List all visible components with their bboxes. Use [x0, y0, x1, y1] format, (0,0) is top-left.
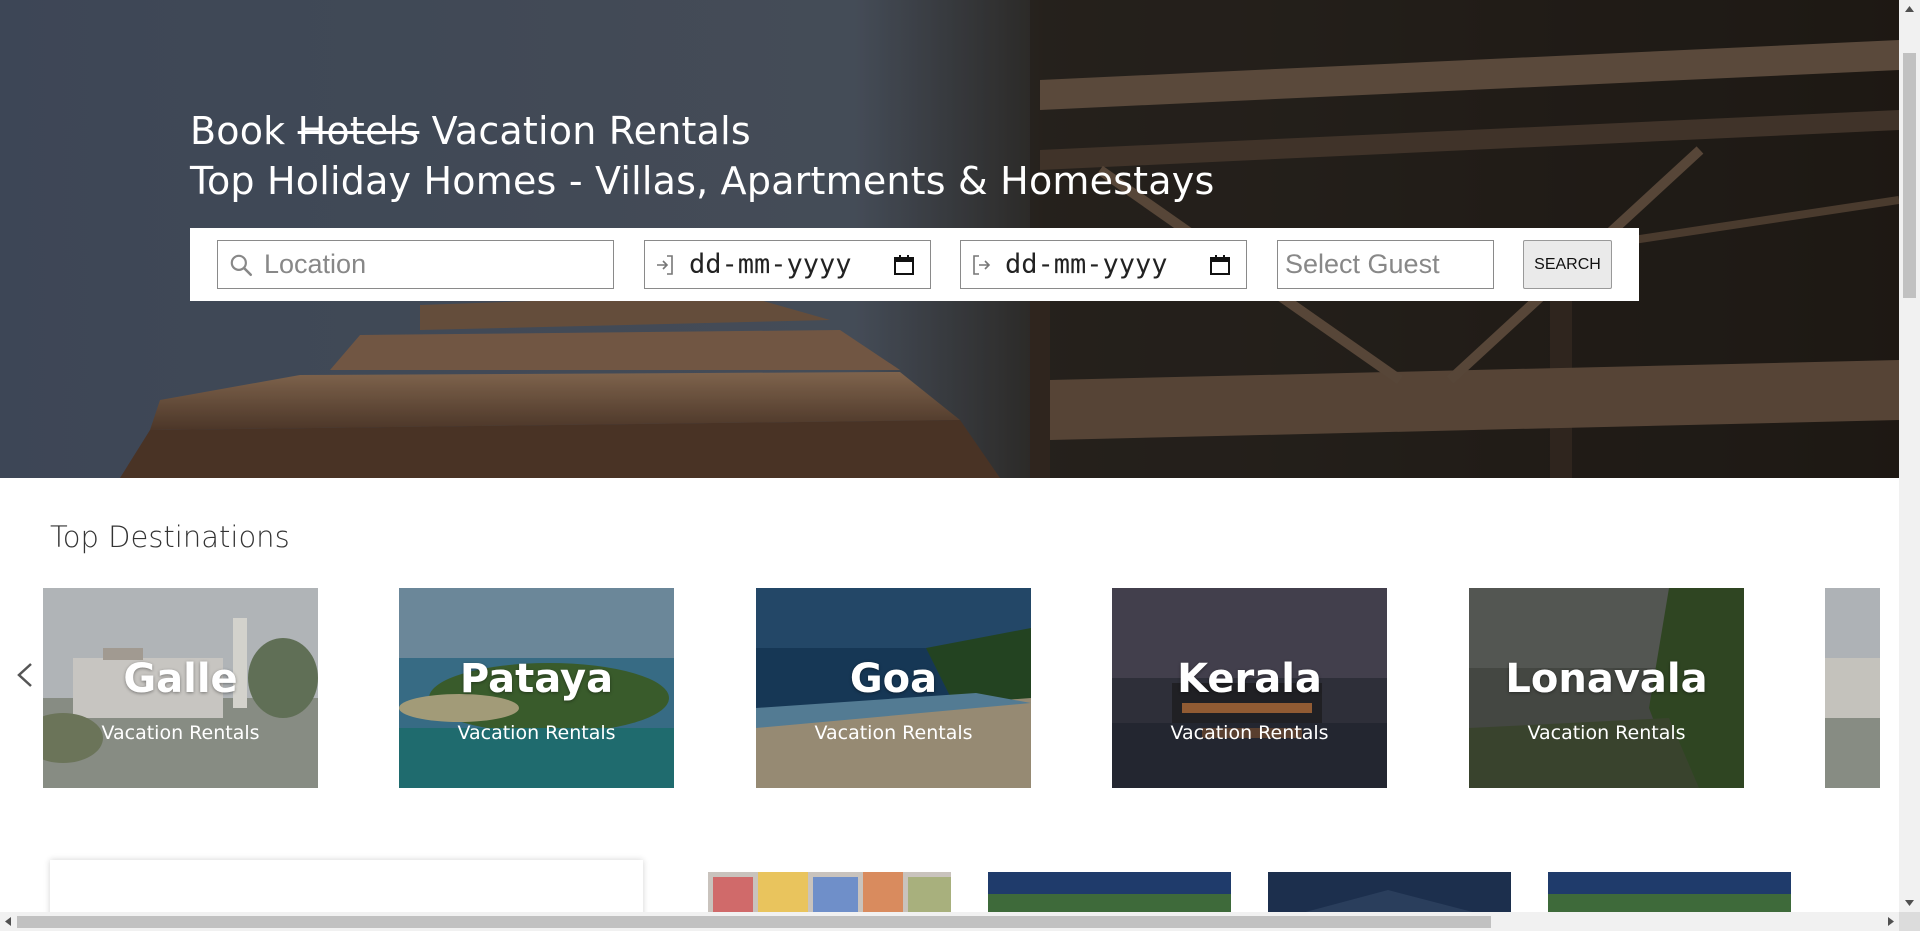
- property-thumbnail[interactable]: [1268, 872, 1511, 912]
- location-placeholder: Location: [264, 249, 367, 279]
- location-field[interactable]: Location: [217, 240, 614, 289]
- scroll-down-arrow-icon[interactable]: [1899, 894, 1920, 912]
- content-card: [50, 860, 643, 912]
- destination-name: Goa: [849, 656, 938, 702]
- destination-card-lonavala[interactable]: Lonavala Vacation Rentals: [1469, 588, 1744, 788]
- checkout-date-field[interactable]: dd-mm-yyyy: [960, 240, 1247, 289]
- hero-title-suffix: Vacation Rentals: [431, 109, 751, 153]
- property-thumbnail-image: [1548, 872, 1791, 912]
- logout-icon: [969, 253, 993, 277]
- property-thumbnail[interactable]: [708, 872, 951, 912]
- destination-card-pataya[interactable]: Pataya Vacation Rentals: [399, 588, 674, 788]
- destination-card-kerala[interactable]: Kerala Vacation Rentals: [1112, 588, 1387, 788]
- hero-title-line1: Book Hotels Vacation Rentals: [190, 106, 1214, 156]
- vertical-scroll-thumb[interactable]: [1903, 53, 1916, 298]
- property-thumbnail-image: [1268, 872, 1511, 912]
- vertical-scrollbar[interactable]: [1899, 0, 1920, 912]
- checkin-date-field[interactable]: dd-mm-yyyy: [644, 240, 931, 289]
- card-shade: [1825, 588, 1880, 788]
- horizontal-scroll-thumb[interactable]: [17, 916, 1491, 928]
- hero-title: Book Hotels Vacation Rentals Top Holiday…: [190, 106, 1214, 206]
- chevron-left-icon[interactable]: [12, 660, 38, 690]
- scrollbar-corner: [1899, 912, 1920, 931]
- page: Book Hotels Vacation Rentals Top Holiday…: [0, 0, 1899, 912]
- checkout-date-value: dd-mm-yyyy: [1005, 249, 1168, 280]
- property-thumbnail-image: [988, 872, 1231, 912]
- horizontal-scrollbar[interactable]: [0, 912, 1899, 931]
- hero-title-struck: Hotels: [297, 109, 420, 153]
- hero-subtitle: Top Holiday Homes - Villas, Apartments &…: [190, 159, 1215, 203]
- login-icon: [653, 253, 677, 277]
- destination-subtitle: Vacation Rentals: [814, 722, 973, 744]
- scroll-left-arrow-icon[interactable]: [0, 912, 17, 931]
- guest-placeholder: Select Guest: [1285, 249, 1440, 279]
- destination-subtitle: Vacation Rentals: [101, 722, 260, 744]
- property-thumbnail-image: [708, 872, 951, 912]
- search-button[interactable]: SEARCH: [1523, 240, 1612, 289]
- destination-card-goa[interactable]: Goa Vacation Rentals: [756, 588, 1031, 788]
- destination-subtitle: Vacation Rentals: [1527, 722, 1686, 744]
- search-icon: [228, 252, 254, 278]
- calendar-icon[interactable]: [892, 253, 916, 277]
- destination-card-partial[interactable]: [1825, 588, 1880, 788]
- guest-select-field[interactable]: Select Guest: [1277, 240, 1494, 289]
- hero-banner: Book Hotels Vacation Rentals Top Holiday…: [0, 0, 1899, 478]
- destination-card-galle[interactable]: Galle Vacation Rentals: [43, 588, 318, 788]
- top-destinations-title: Top Destinations: [50, 520, 290, 554]
- destination-name: Galle: [123, 656, 238, 702]
- destination-name: Lonavala: [1505, 656, 1708, 702]
- scroll-right-arrow-icon[interactable]: [1882, 912, 1899, 931]
- destination-subtitle: Vacation Rentals: [457, 722, 616, 744]
- destination-name: Kerala: [1177, 656, 1322, 702]
- hero-title-prefix: Book: [190, 109, 286, 153]
- property-thumbnail[interactable]: [988, 872, 1231, 912]
- property-thumbnail[interactable]: [1548, 872, 1791, 912]
- checkin-date-value: dd-mm-yyyy: [689, 249, 852, 280]
- calendar-icon[interactable]: [1208, 253, 1232, 277]
- search-bar: Location dd-mm-yyyy dd-mm-yyyy Select Gu…: [190, 228, 1639, 301]
- destination-name: Pataya: [459, 656, 614, 702]
- scroll-up-arrow-icon[interactable]: [1899, 0, 1920, 18]
- destination-subtitle: Vacation Rentals: [1170, 722, 1329, 744]
